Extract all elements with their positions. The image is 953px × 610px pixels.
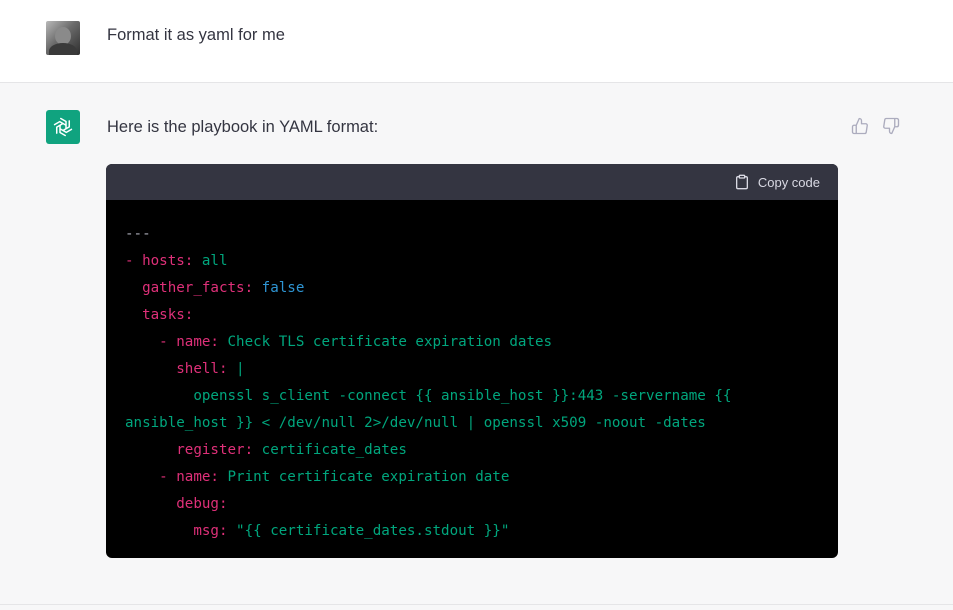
- assistant-message-row: Here is the playbook in YAML format: Cop…: [0, 83, 953, 610]
- openai-logo-icon: [46, 110, 80, 144]
- code-line: gather_facts: false: [125, 275, 838, 302]
- clipboard-icon: [735, 174, 748, 190]
- code-token: debug:: [125, 496, 228, 512]
- assistant-message-text: Here is the playbook in YAML format:: [107, 118, 379, 136]
- code-token: - name:: [125, 469, 219, 485]
- code-token: Check TLS certificate expiration dates: [218, 334, 553, 350]
- code-line: shell: |: [125, 356, 838, 383]
- code-block-header: Copy code: [106, 164, 838, 200]
- code-line: msg: "{{ certificate_dates.stdout }}": [125, 518, 838, 545]
- code-token: msg:: [125, 523, 228, 539]
- code-token: tasks:: [125, 307, 194, 323]
- copy-code-label: Copy code: [757, 174, 820, 190]
- code-line: tasks:: [125, 302, 838, 329]
- code-line: register: certificate_dates: [125, 437, 838, 464]
- code-line: - name: Print certificate expiration dat…: [125, 464, 838, 491]
- code-line: - name: Check TLS certificate expiration…: [125, 329, 838, 356]
- code-token: - hosts:: [125, 253, 194, 269]
- divider: [0, 604, 953, 605]
- code-token: all: [193, 253, 228, 269]
- code-line: ---: [125, 221, 838, 248]
- code-token: ansible_host }} < /dev/null 2>/dev/null …: [125, 415, 706, 431]
- code-token: ---: [125, 226, 151, 242]
- thumbs-down-icon[interactable]: [880, 115, 902, 137]
- code-token: "{{ certificate_dates.stdout }}": [227, 523, 510, 539]
- code-line: ansible_host }} < /dev/null 2>/dev/null …: [125, 410, 838, 437]
- code-token: register:: [125, 442, 254, 458]
- user-avatar: [46, 21, 80, 55]
- code-line: - hosts: all: [125, 248, 838, 275]
- code-line: debug:: [125, 491, 838, 518]
- user-message-text: Format it as yaml for me: [107, 26, 285, 44]
- code-token: gather_facts:: [125, 280, 254, 296]
- code-token: certificate_dates: [253, 442, 407, 458]
- code-token: false: [253, 280, 305, 296]
- code-token: shell:: [125, 361, 228, 377]
- thumbs-up-icon[interactable]: [849, 115, 871, 137]
- copy-code-button[interactable]: Copy code: [734, 174, 820, 190]
- code-token: - name:: [125, 334, 219, 350]
- code-token: |: [227, 361, 245, 377]
- user-message-row: Format it as yaml for me: [0, 0, 953, 83]
- code-line: openssl s_client -connect {{ ansible_hos…: [125, 383, 838, 410]
- code-content: --- - hosts: all gather_facts: false task…: [106, 200, 838, 545]
- code-token: Print certificate expiration date: [218, 469, 510, 485]
- code-token: openssl s_client -connect {{ ansible_hos…: [125, 388, 732, 404]
- code-block: Copy code --- - hosts: all gather_facts: …: [106, 164, 838, 558]
